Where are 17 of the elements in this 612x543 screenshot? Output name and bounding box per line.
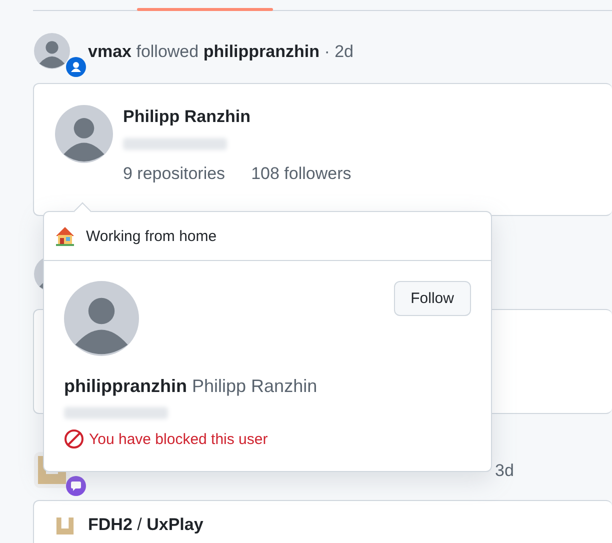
status-text: Working from home [86,228,217,244]
repositories-count: 9 repositories [123,164,226,184]
activity-text: vmax followed philippranzhin · 2d [88,42,354,62]
avatar [34,33,70,69]
house-icon [54,225,76,247]
blocked-icon [64,429,84,449]
comment-icon [66,476,86,496]
repo-name: FDH2 / UxPlay [88,515,204,535]
person-icon [66,57,86,77]
repo-avatar-icon [54,515,76,537]
user-names: philippranzhin Philipp Ranzhin [64,376,318,397]
user-name: Philipp Ranzhin [123,107,252,127]
blocked-notice: You have blocked this user [89,430,268,448]
followers-count: 108 followers [251,164,352,184]
time-text: 3d [495,461,514,481]
avatar [55,105,113,163]
follow-button[interactable]: Follow [394,281,471,316]
